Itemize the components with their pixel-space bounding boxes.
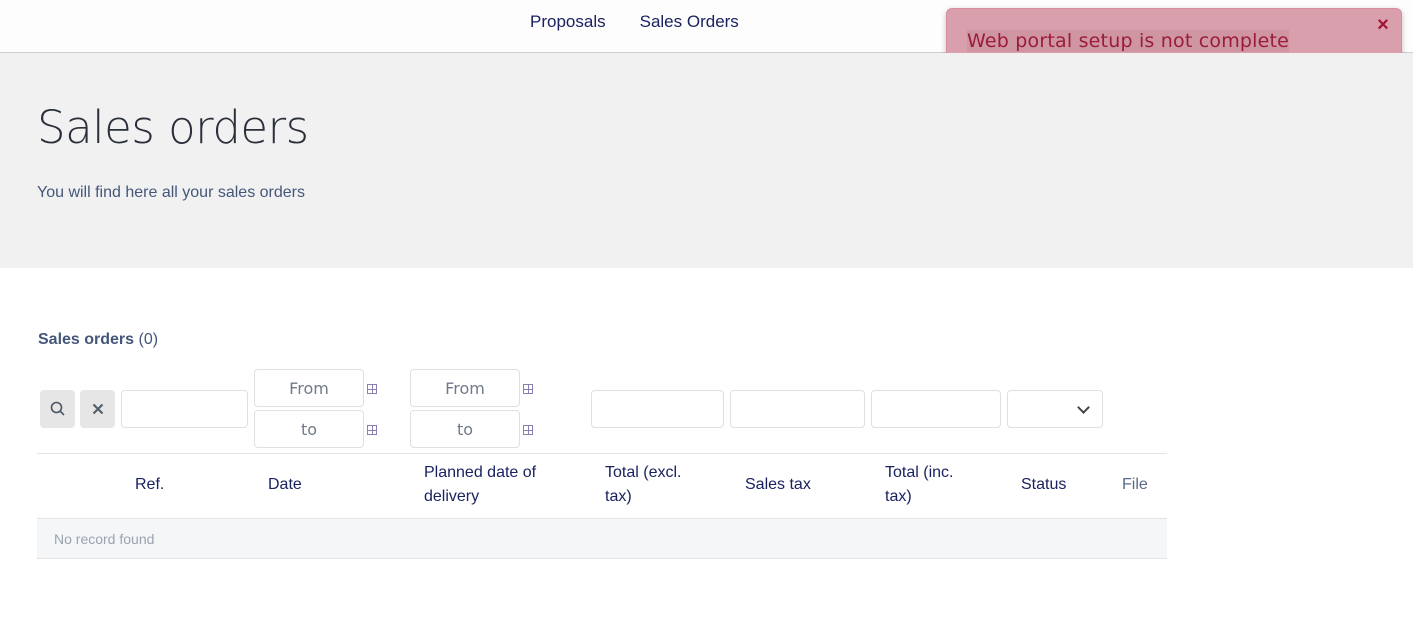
calendar-icon[interactable] — [523, 384, 533, 394]
column-header-file: File — [1122, 476, 1148, 493]
table-divider — [37, 453, 1167, 454]
toast-message: Web portal setup is not complete — [967, 30, 1290, 52]
column-header-status[interactable]: Status — [1021, 473, 1066, 497]
date-to-input[interactable]: to — [254, 410, 364, 448]
chevron-down-icon — [1077, 401, 1090, 414]
record-count: (0) — [138, 331, 159, 348]
status-filter-select[interactable] — [1007, 390, 1103, 428]
empty-message: No record found — [54, 531, 155, 547]
calendar-icon[interactable] — [367, 425, 377, 435]
search-icon — [50, 401, 65, 416]
total-inc-filter-input[interactable] — [871, 390, 1001, 428]
section-title: Sales orders (0) — [38, 331, 158, 349]
column-header-total-excl[interactable]: Total (excl. tax) — [605, 461, 705, 509]
ref-filter-input[interactable] — [121, 390, 248, 428]
calendar-icon[interactable] — [523, 425, 533, 435]
nav-proposals[interactable]: Proposals — [530, 12, 606, 32]
delivery-from-input[interactable]: From — [410, 369, 520, 407]
nav-sales-orders[interactable]: Sales Orders — [640, 12, 739, 32]
date-from-input[interactable]: From — [254, 369, 364, 407]
column-header-planned-delivery[interactable]: Planned date of delivery — [424, 461, 564, 509]
clear-filters-button[interactable] — [80, 390, 115, 428]
close-icon — [92, 403, 103, 415]
table-row: No record found — [37, 519, 1167, 559]
column-header-date[interactable]: Date — [268, 473, 302, 497]
close-icon[interactable]: × — [1375, 15, 1391, 35]
calendar-icon[interactable] — [367, 384, 377, 394]
search-button[interactable] — [40, 390, 75, 428]
delivery-to-input[interactable]: to — [410, 410, 520, 448]
total-excl-filter-input[interactable] — [591, 390, 724, 428]
column-header-sales-tax[interactable]: Sales tax — [745, 473, 811, 497]
main-nav: Proposals Sales Orders — [530, 12, 739, 32]
page-header: Sales orders You will find here all your… — [0, 53, 1413, 268]
column-header-total-inc[interactable]: Total (inc. tax) — [885, 461, 980, 509]
section-title-label: Sales orders — [38, 331, 135, 348]
column-header-ref[interactable]: Ref. — [135, 473, 164, 497]
page-title: Sales orders — [37, 101, 309, 154]
page-subtitle: You will find here all your sales orders — [37, 184, 305, 201]
sales-tax-filter-input[interactable] — [730, 390, 865, 428]
